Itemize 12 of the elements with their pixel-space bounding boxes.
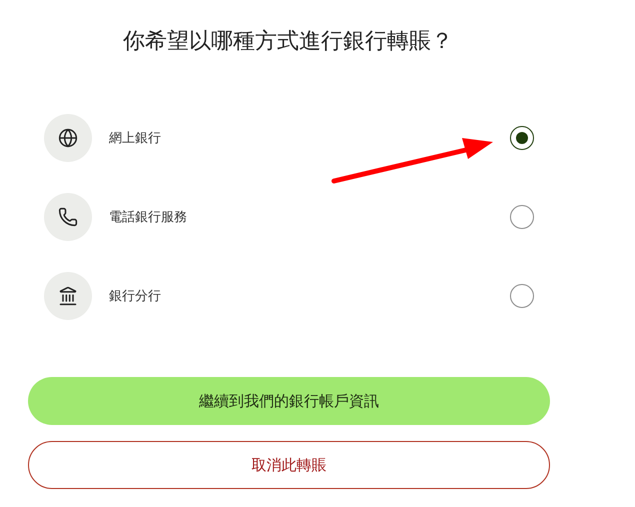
option-label: 網上銀行 bbox=[109, 130, 162, 147]
cancel-button[interactable]: 取消此轉賬 bbox=[28, 441, 550, 489]
bank-icon bbox=[58, 286, 78, 306]
radio-button[interactable] bbox=[510, 284, 534, 308]
option-label: 電話銀行服務 bbox=[109, 209, 188, 226]
continue-button[interactable]: 繼續到我們的銀行帳戶資訊 bbox=[28, 377, 550, 425]
page-title: 你希望以哪種方式進行銀行轉賬？ bbox=[122, 28, 454, 56]
radio-button[interactable] bbox=[510, 205, 534, 229]
option-label: 銀行分行 bbox=[109, 288, 162, 305]
radio-button[interactable] bbox=[510, 126, 534, 150]
phone-icon bbox=[58, 207, 78, 227]
globe-icon bbox=[58, 128, 78, 148]
